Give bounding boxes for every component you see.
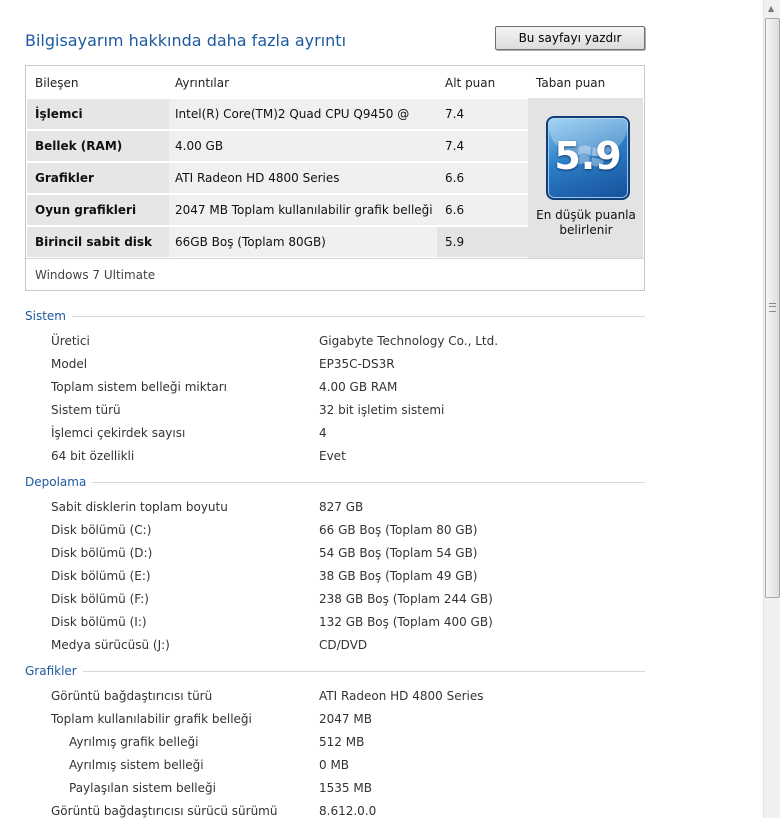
info-value: 66 GB Boş (Toplam 80 GB): [319, 523, 478, 537]
base-score-value: 5.9: [554, 134, 622, 178]
info-row: Toplam kullanılabilir grafik belleği 2047…: [51, 712, 651, 728]
info-value: CD/DVD: [319, 638, 368, 652]
info-row: Üretici Gigabyte Technology Co., Ltd.: [51, 334, 651, 350]
info-row: 64 bit özellikli Evet: [51, 449, 651, 465]
section-title: Grafikler: [25, 664, 83, 678]
info-label: Disk bölümü (D:): [51, 546, 153, 560]
page-title: Bilgisayarım hakkında daha fazla ayrıntı: [25, 31, 347, 50]
section-system: Sistem: [25, 309, 645, 323]
header-details: Ayrıntılar: [175, 76, 230, 90]
info-value: ATI Radeon HD 4800 Series: [319, 689, 484, 703]
component-label: Bellek (RAM): [27, 131, 175, 161]
info-row: Disk bölümü (E:) 38 GB Boş (Toplam 49 GB): [51, 569, 651, 585]
section-title: Depolama: [25, 475, 93, 489]
info-value: 8.612.0.0: [319, 804, 377, 818]
info-row: Görüntü bağdaştırıcısı türü ATI Radeon HD…: [51, 689, 651, 705]
score-table: Bileşen Ayrıntılar Alt puan Taban puan İ…: [25, 65, 645, 291]
print-page-button[interactable]: Bu sayfayı yazdır: [495, 26, 645, 50]
base-score-cell: 5.9 En düşük puanla belirlenir: [528, 98, 643, 258]
component-details: 4.00 GB: [169, 131, 441, 161]
info-value: 32 bit işletim sistemi: [319, 403, 445, 417]
info-label: Toplam kullanılabilir grafik belleği: [51, 712, 252, 726]
info-row: Toplam sistem belleği miktarı 4.00 GB RAM: [51, 380, 651, 396]
info-row: İşlemci çekirdek sayısı 4: [51, 426, 651, 442]
info-label: Disk bölümü (I:): [51, 615, 147, 629]
info-row: Ayrılmış sistem belleği 0 MB: [51, 758, 651, 774]
info-label: 64 bit özellikli: [51, 449, 135, 463]
component-label: Birincil sabit disk: [27, 227, 175, 257]
component-label: İşlemci: [27, 99, 175, 129]
info-value: 4: [319, 426, 327, 440]
info-label: Sistem türü: [51, 403, 121, 417]
component-label: Oyun grafikleri: [27, 195, 175, 225]
score-row-processor: İşlemci Intel(R) Core(TM)2 Quad CPU Q945…: [27, 99, 535, 151]
component-details: 2047 MB Toplam kullanılabilir grafik bel…: [169, 195, 441, 225]
info-value: 4.00 GB RAM: [319, 380, 398, 394]
grip-icon: [769, 303, 776, 312]
info-label: Ayrılmış sistem belleği: [69, 758, 204, 772]
subscore-value: 5.9: [437, 227, 535, 257]
subscore-value: 6.6: [437, 163, 535, 193]
score-row-memory: Bellek (RAM) 4.00 GB 7.4: [27, 131, 535, 161]
section-graphics: Grafikler: [25, 664, 645, 678]
info-label: Paylaşılan sistem belleği: [69, 781, 216, 795]
info-value: EP35C-DS3R: [319, 357, 395, 371]
info-row: Sabit disklerin toplam boyutu 827 GB: [51, 500, 651, 516]
info-value: 827 GB: [319, 500, 364, 514]
scroll-thumb[interactable]: [765, 18, 780, 598]
info-value: 0 MB: [319, 758, 350, 772]
component-details: Intel(R) Core(TM)2 Quad CPU Q9450 @ 2.66…: [169, 99, 441, 151]
info-row: Disk bölümü (C:) 66 GB Boş (Toplam 80 GB): [51, 523, 651, 539]
subscore-value: 6.6: [437, 195, 535, 225]
info-row: Paylaşılan sistem belleği 1535 MB: [51, 781, 651, 797]
info-value: 2047 MB: [319, 712, 372, 726]
score-row-primary-disk: Birincil sabit disk 66GB Boş (Toplam 80G…: [27, 227, 535, 257]
component-details: 66GB Boş (Toplam 80GB): [169, 227, 441, 257]
info-value: 132 GB Boş (Toplam 400 GB): [319, 615, 493, 629]
info-row: Disk bölümü (I:) 132 GB Boş (Toplam 400 G…: [51, 615, 651, 631]
windows-experience-badge: 5.9: [546, 116, 630, 200]
info-label: Medya sürücüsü (J:): [51, 638, 170, 652]
header-base-score: Taban puan: [536, 76, 606, 90]
info-value: 1535 MB: [319, 781, 372, 795]
info-value: 38 GB Boş (Toplam 49 GB): [319, 569, 478, 583]
subscore-value: 7.4: [437, 131, 535, 161]
section-storage: Depolama: [25, 475, 645, 489]
info-label: Görüntü bağdaştırıcısı sürücü sürümü: [51, 804, 278, 818]
info-value: Gigabyte Technology Co., Ltd.: [319, 334, 499, 348]
info-label: Disk bölümü (E:): [51, 569, 151, 583]
header-subscore: Alt puan: [445, 76, 496, 90]
component-label: Grafikler: [27, 163, 175, 193]
info-label: Görüntü bağdaştırıcısı türü: [51, 689, 213, 703]
info-row: Disk bölümü (F:) 238 GB Boş (Toplam 244 G…: [51, 592, 651, 608]
scroll-up-arrow-icon[interactable]: ▲: [768, 4, 774, 13]
info-label: Sabit disklerin toplam boyutu: [51, 500, 228, 514]
info-row: Disk bölümü (D:) 54 GB Boş (Toplam 54 GB): [51, 546, 651, 562]
info-label: Toplam sistem belleği miktarı: [51, 380, 227, 394]
os-edition-row: Windows 7 Ultimate: [26, 258, 644, 290]
info-row: Sistem türü 32 bit işletim sistemi: [51, 403, 651, 419]
info-row: Medya sürücüsü (J:) CD/DVD: [51, 638, 651, 654]
info-row: Model EP35C-DS3R: [51, 357, 651, 373]
component-details: ATI Radeon HD 4800 Series: [169, 163, 441, 193]
os-edition: Windows 7 Ultimate: [35, 268, 156, 282]
vertical-scrollbar[interactable]: ▲: [763, 0, 780, 818]
info-value: Evet: [319, 449, 346, 463]
info-value: 512 MB: [319, 735, 365, 749]
info-row: Ayrılmış grafik belleği 512 MB: [51, 735, 651, 751]
info-label: Model: [51, 357, 88, 371]
info-label: Üretici: [51, 334, 90, 348]
score-row-graphics: Grafikler ATI Radeon HD 4800 Series 6.6: [27, 163, 535, 193]
info-label: Ayrılmış grafik belleği: [69, 735, 199, 749]
info-value: 238 GB Boş (Toplam 244 GB): [319, 592, 493, 606]
header-component: Bileşen: [35, 76, 79, 90]
info-value: 54 GB Boş (Toplam 54 GB): [319, 546, 478, 560]
info-label: Disk bölümü (C:): [51, 523, 152, 537]
section-title: Sistem: [25, 309, 72, 323]
info-label: Disk bölümü (F:): [51, 592, 149, 606]
info-label: İşlemci çekirdek sayısı: [51, 426, 186, 440]
base-score-caption: En düşük puanla belirlenir: [536, 208, 636, 237]
subscore-value: 7.4: [437, 99, 535, 129]
score-row-gaming-graphics: Oyun grafikleri 2047 MB Toplam kullanıla…: [27, 195, 535, 225]
